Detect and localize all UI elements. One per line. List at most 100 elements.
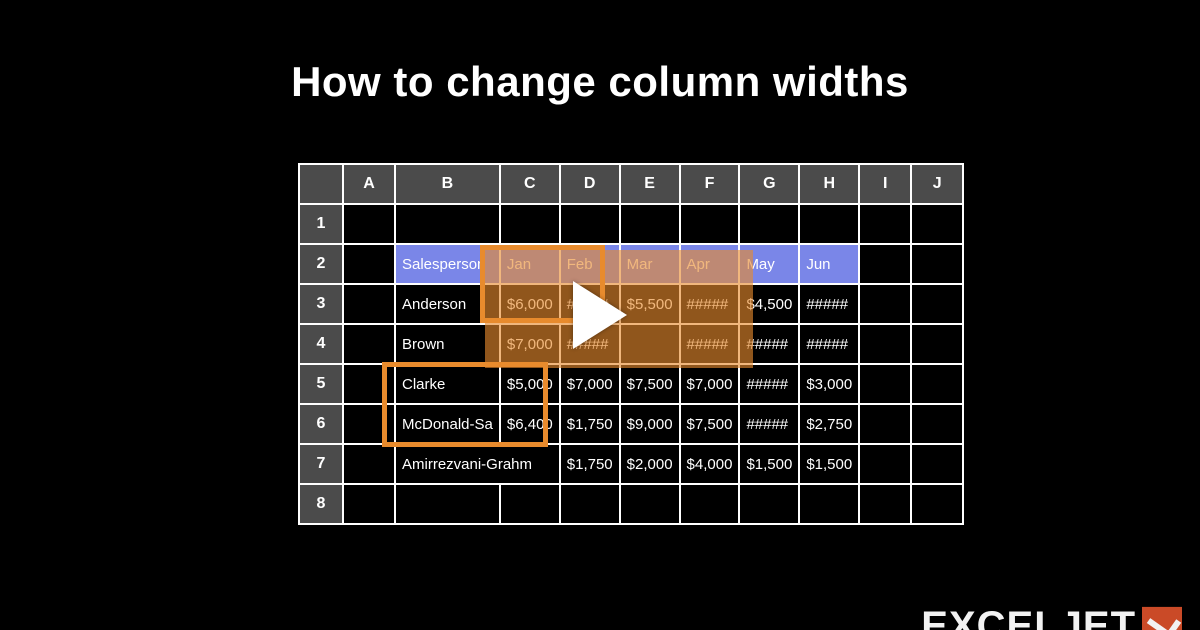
cell-salesperson[interactable]: Amirrezvani-Grahm [395,444,500,484]
brand-logo: EXCELJET [921,604,1182,630]
cell-value[interactable]: $2,750 [799,404,859,444]
spreadsheet: A B C D E F G H I J 1 2 Salesperson Jan … [298,163,964,525]
cell[interactable] [911,364,963,404]
cell[interactable] [859,484,911,524]
cell-value[interactable]: ##### [799,324,859,364]
col-header-B[interactable]: B [395,164,500,204]
cell[interactable] [500,484,560,524]
cell[interactable] [911,444,963,484]
cell[interactable] [799,204,859,244]
cell-value[interactable]: $9,000 [620,404,680,444]
cell-value[interactable]: ##### [739,404,799,444]
cell[interactable] [395,204,500,244]
col-header-J[interactable]: J [911,164,963,204]
cell[interactable] [859,364,911,404]
cell[interactable] [343,324,395,364]
play-button[interactable] [573,281,627,349]
cell[interactable] [560,204,620,244]
col-header-I[interactable]: I [859,164,911,204]
row-header-5[interactable]: 5 [299,364,343,404]
cell-value[interactable]: $4,500 [739,284,799,324]
cell-value[interactable]: $1,500 [739,444,799,484]
cell[interactable] [911,284,963,324]
cell-value[interactable]: $4,000 [680,444,740,484]
cell[interactable] [343,484,395,524]
cell[interactable] [911,204,963,244]
cell-value[interactable]: ##### [739,324,799,364]
row-header-2[interactable]: 2 [299,244,343,284]
col-header-A[interactable]: A [343,164,395,204]
cell-value[interactable] [620,324,680,364]
cell[interactable] [680,484,740,524]
cell[interactable] [911,484,963,524]
cell-value[interactable]: $7,000 [500,324,560,364]
cell[interactable] [859,404,911,444]
cell[interactable] [620,204,680,244]
cell-value[interactable]: ##### [680,324,740,364]
cell-value[interactable]: $1,500 [799,444,859,484]
cell-value[interactable]: $3,000 [799,364,859,404]
row-header-8[interactable]: 8 [299,484,343,524]
cell-value[interactable]: $5,500 [620,284,680,324]
cell[interactable] [343,404,395,444]
cell[interactable] [859,324,911,364]
cell[interactable] [680,204,740,244]
cell-salesperson[interactable]: McDonald-Sa [395,404,500,444]
cell[interactable] [560,484,620,524]
header-month[interactable]: Jan [500,244,560,284]
row-header-6[interactable]: 6 [299,404,343,444]
cell-value[interactable]: $6,000 [500,284,560,324]
cell[interactable] [739,204,799,244]
cell[interactable] [911,324,963,364]
cell[interactable] [343,364,395,404]
cell-value[interactable]: $5,000 [500,364,560,404]
col-header-H[interactable]: H [799,164,859,204]
header-month[interactable]: May [739,244,799,284]
cell[interactable] [395,484,500,524]
col-header-D[interactable]: D [560,164,620,204]
col-header-G[interactable]: G [739,164,799,204]
header-month[interactable]: Jun [799,244,859,284]
cell-value[interactable]: $7,000 [560,364,620,404]
cell-value[interactable]: $1,750 [560,404,620,444]
cell-value[interactable] [500,444,560,484]
cell[interactable] [739,484,799,524]
cell[interactable] [911,244,963,284]
row-header-1[interactable]: 1 [299,204,343,244]
cell-salesperson[interactable]: Anderson [395,284,500,324]
cell-value[interactable]: $7,000 [680,364,740,404]
row-header-3[interactable]: 3 [299,284,343,324]
cell-value[interactable]: ##### [739,364,799,404]
cell[interactable] [620,484,680,524]
cell-value[interactable]: $7,500 [620,364,680,404]
cell-value[interactable]: $1,750 [560,444,620,484]
cell[interactable] [343,444,395,484]
row-header-7[interactable]: 7 [299,444,343,484]
header-month[interactable]: Apr [680,244,740,284]
col-header-C[interactable]: C [500,164,560,204]
cell-salesperson[interactable]: Clarke [395,364,500,404]
header-month[interactable]: Mar [620,244,680,284]
cell[interactable] [343,204,395,244]
cell[interactable] [500,204,560,244]
header-salesperson[interactable]: Salesperson [395,244,500,284]
cell[interactable] [343,244,395,284]
header-month[interactable]: Feb [560,244,620,284]
cell[interactable] [859,244,911,284]
select-all-corner[interactable] [299,164,343,204]
cell[interactable] [799,484,859,524]
cell[interactable] [343,284,395,324]
col-header-E[interactable]: E [620,164,680,204]
cell[interactable] [859,284,911,324]
row-header-4[interactable]: 4 [299,324,343,364]
cell-value[interactable]: ##### [680,284,740,324]
col-header-F[interactable]: F [680,164,740,204]
cell-value[interactable]: $2,000 [620,444,680,484]
cell[interactable] [859,444,911,484]
cell-value[interactable]: $6,400 [500,404,560,444]
cell[interactable] [859,204,911,244]
cell-value[interactable]: $7,500 [680,404,740,444]
cell[interactable] [911,404,963,444]
cell-salesperson[interactable]: Brown [395,324,500,364]
cell-value[interactable]: ##### [799,284,859,324]
